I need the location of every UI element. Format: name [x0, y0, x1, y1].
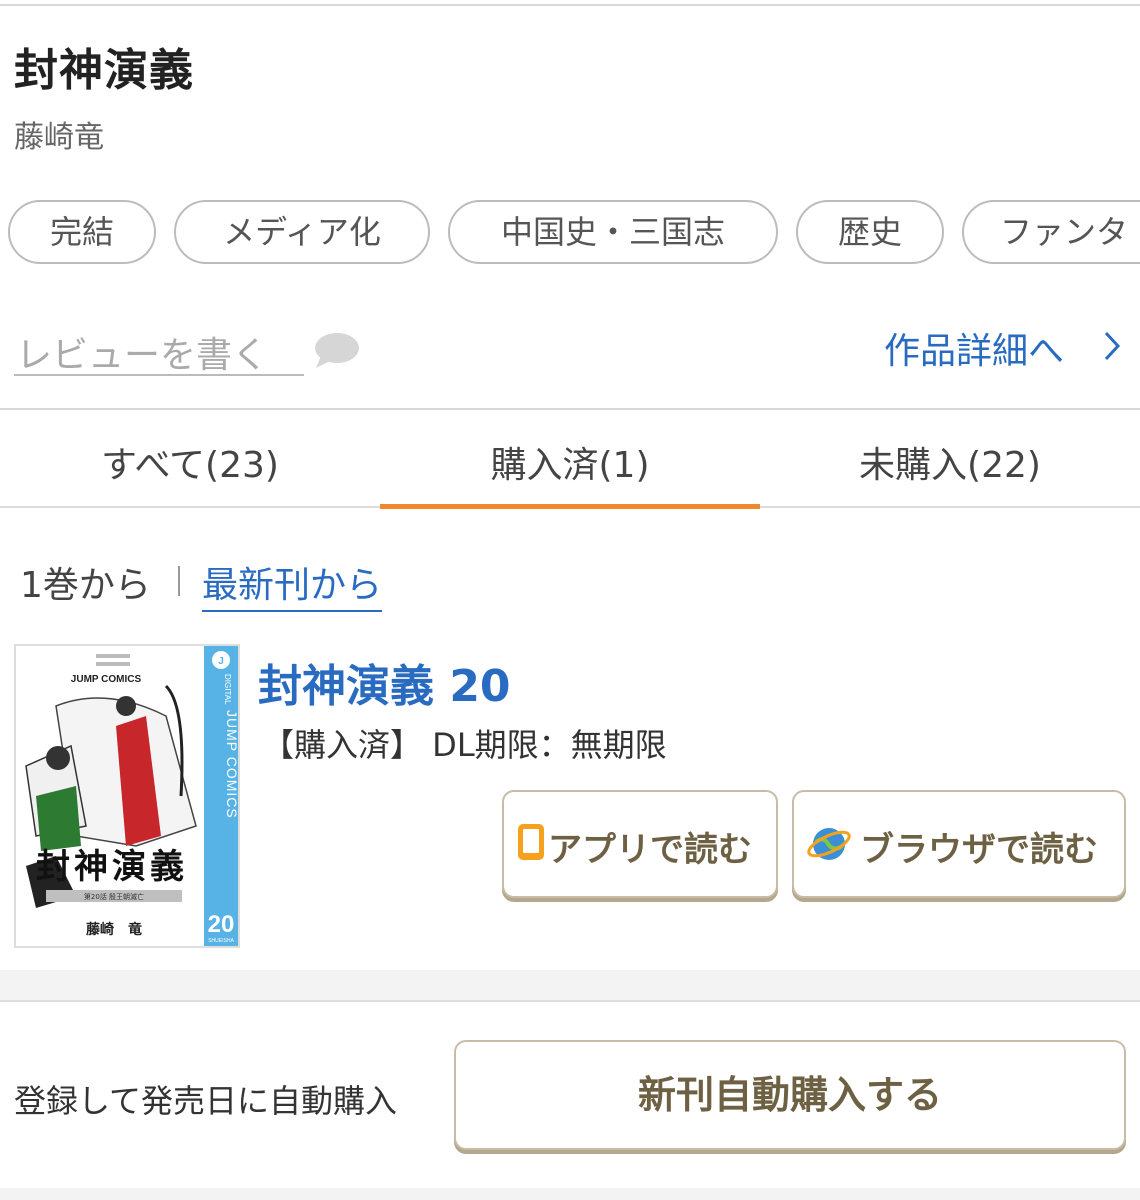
cover-spine-digital: DIGITAL: [223, 674, 232, 705]
active-tab-indicator: [380, 504, 760, 509]
cover-spine-publisher: SHUEISHA: [208, 938, 234, 944]
read-in-browser-button[interactable]: ブラウザで読む: [792, 790, 1126, 898]
tab-not-purchased[interactable]: 未購入(22): [760, 436, 1140, 488]
auto-purchase-button[interactable]: 新刊自動購入する: [454, 1040, 1126, 1150]
write-review-label: レビューを書く: [16, 335, 269, 376]
sort-from-first-volume[interactable]: 1巻から: [20, 556, 151, 608]
volume-cover[interactable]: J DIGITAL JUMP COMICS 20 SHUEISHA JUMP C…: [14, 644, 240, 948]
cover-title: 封神演義: [36, 847, 188, 887]
write-review-field[interactable]: レビューを書く: [14, 322, 304, 376]
chevron-right-icon[interactable]: [1100, 329, 1124, 363]
tag-chip[interactable]: ファンタ: [962, 200, 1140, 264]
speech-bubble-icon[interactable]: [312, 330, 360, 370]
globe-icon: [806, 822, 852, 875]
top-divider: [0, 4, 1140, 6]
cover-label: JUMP COMICS: [71, 674, 142, 685]
divider: [0, 1000, 1140, 1002]
tab-all[interactable]: すべて(23): [0, 436, 380, 488]
read-in-browser-label: ブラウザで読む: [860, 830, 1098, 870]
tag-chip[interactable]: 中国史・三国志: [448, 200, 778, 264]
page-title: 封神演義: [14, 45, 194, 96]
work-details-link[interactable]: 作品詳細へ: [884, 322, 1064, 374]
section-separator: [0, 970, 1140, 1000]
cover-spine-number: 20: [208, 911, 235, 938]
tag-chip[interactable]: メディア化: [174, 200, 430, 264]
author-name[interactable]: 藤崎竜: [14, 112, 104, 156]
bottom-bar: [0, 1188, 1140, 1200]
cover-spine-text: JUMP COMICS: [224, 710, 238, 819]
sort-separator: [178, 566, 180, 596]
read-in-app-button[interactable]: アプリで読む: [502, 790, 778, 898]
volume-status: 【購入済】 DL期限：無期限: [262, 726, 667, 764]
tag-chip[interactable]: 歴史: [796, 200, 944, 264]
divider: [0, 408, 1140, 410]
cover-author: 藤崎 竜: [86, 921, 142, 938]
tag-chip[interactable]: 完結: [8, 200, 156, 264]
tab-purchased[interactable]: 購入済(1): [380, 436, 760, 488]
tag-list: 完結 メディア化 中国史・三国志 歴史 ファンタ: [0, 200, 1140, 272]
auto-purchase-label: 登録して発売日に自動購入: [14, 1082, 398, 1120]
sort-from-latest-link[interactable]: 最新刊から: [202, 556, 383, 612]
cover-subtitle: 第20話 殷王朝滅亡: [84, 892, 144, 901]
tablet-icon: [516, 822, 546, 871]
svg-text:J: J: [218, 656, 224, 667]
read-in-app-label: アプリで読む: [548, 830, 752, 870]
volume-title[interactable]: 封神演義 20: [258, 650, 511, 714]
